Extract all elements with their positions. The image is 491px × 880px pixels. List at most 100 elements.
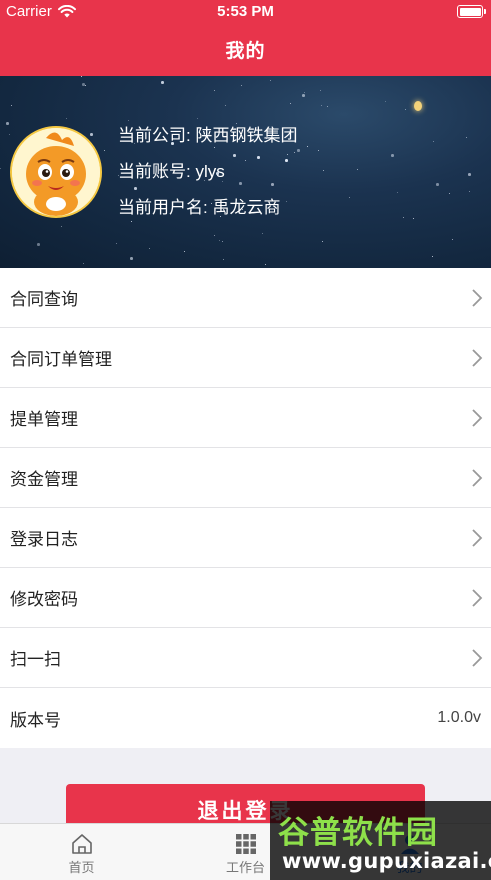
moon-icon [414,101,422,111]
star [61,226,63,228]
star [385,101,387,103]
star [37,243,40,246]
star [262,233,264,235]
tab-home[interactable]: 首页 [0,824,163,880]
star [466,137,468,139]
page-title: 我的 [225,41,266,62]
star [318,150,320,152]
star [403,217,405,219]
watermark-url: www.gupuxiazai.com [282,849,491,873]
star [469,191,471,193]
chevron-right-icon [472,649,483,667]
star [270,80,272,82]
star [82,83,85,86]
menu-item-label: 资金管理 [10,470,78,489]
star [321,105,323,107]
star [290,103,292,105]
menu-item-label: 合同查询 [10,290,78,309]
star [433,141,435,143]
star [265,264,267,266]
star [85,85,87,87]
avatar[interactable] [10,126,102,218]
menu-item-contract-orders[interactable]: 合同订单管理 [0,328,491,388]
menu-item-change-password[interactable]: 修改密码 [0,568,491,628]
star [66,118,68,120]
settings-menu: 合同查询 合同订单管理 提单管理 资金管理 登录日志 修改密码 扫一扫 版本号 … [0,268,491,748]
star [128,120,130,122]
tab-workbench-label: 工作台 [225,860,265,875]
tab-home-label: 首页 [68,860,95,875]
clock: 5:53 PM [217,3,274,20]
version-label: 版本号 [10,710,61,730]
profile-info: 当前公司: 陕西钢铁集团 当前账号: ylys 当前用户名: 禹龙云商 [118,124,297,232]
menu-item-contract-query[interactable]: 合同查询 [0,268,491,328]
star [320,90,322,92]
star [405,109,407,111]
battery-icon [457,5,486,18]
status-bar: Carrier 5:53 PM [0,0,491,24]
star [302,94,305,97]
menu-item-version: 版本号 1.0.0v [0,688,491,748]
menu-item-label: 修改密码 [10,590,78,609]
star [90,133,93,136]
chevron-right-icon [472,469,483,487]
watermark-title: 谷普软件园 [278,815,438,851]
star [11,105,13,107]
star [307,146,309,148]
star [0,168,2,170]
star [436,183,439,186]
star [83,263,85,265]
current-account: 当前账号: ylys [118,162,225,181]
menu-item-bill-of-lading[interactable]: 提单管理 [0,388,491,448]
star [349,197,351,199]
star [6,122,9,125]
top-bar: Carrier 5:53 PM 我的 [0,0,491,76]
star [357,169,359,171]
star [214,235,216,237]
star [116,243,118,245]
star [225,105,227,107]
avatar-mascot-icon [12,128,100,216]
star [452,239,454,241]
profile-header: 当前公司: 陕西钢铁集团 当前账号: ylys 当前用户名: 禹龙云商 [0,76,491,268]
star [468,173,471,176]
menu-item-label: 提单管理 [10,410,78,429]
star [323,170,325,172]
menu-item-label: 扫一扫 [10,650,61,669]
star [161,81,164,84]
star [449,193,451,195]
menu-item-funds[interactable]: 资金管理 [0,448,491,508]
star [432,256,434,258]
star [413,218,415,220]
star [104,150,106,152]
current-username: 当前用户名: 禹龙云商 [118,198,281,217]
star [197,118,199,120]
star [81,76,83,78]
star [9,134,11,136]
star [327,106,329,108]
star [149,248,151,250]
chevron-right-icon [472,589,483,607]
chevron-right-icon [472,409,483,427]
star [322,241,324,243]
chevron-right-icon [472,289,483,307]
star [223,259,225,261]
star [184,251,186,253]
menu-item-login-log[interactable]: 登录日志 [0,508,491,568]
star [222,241,224,243]
star [214,90,216,92]
star [391,154,394,157]
star [130,257,133,260]
chevron-right-icon [472,349,483,367]
menu-item-label: 合同订单管理 [10,350,112,369]
home-icon [71,834,92,854]
chevron-right-icon [472,529,483,547]
current-company: 当前公司: 陕西钢铁集团 [118,126,298,145]
watermark: 谷普软件园 www.gupuxiazai.com [270,801,491,880]
star [241,85,243,87]
grid-icon [235,834,256,854]
menu-item-scan[interactable]: 扫一扫 [0,628,491,688]
star [397,192,399,194]
star [219,240,221,242]
version-value: 1.0.0v [437,709,481,726]
